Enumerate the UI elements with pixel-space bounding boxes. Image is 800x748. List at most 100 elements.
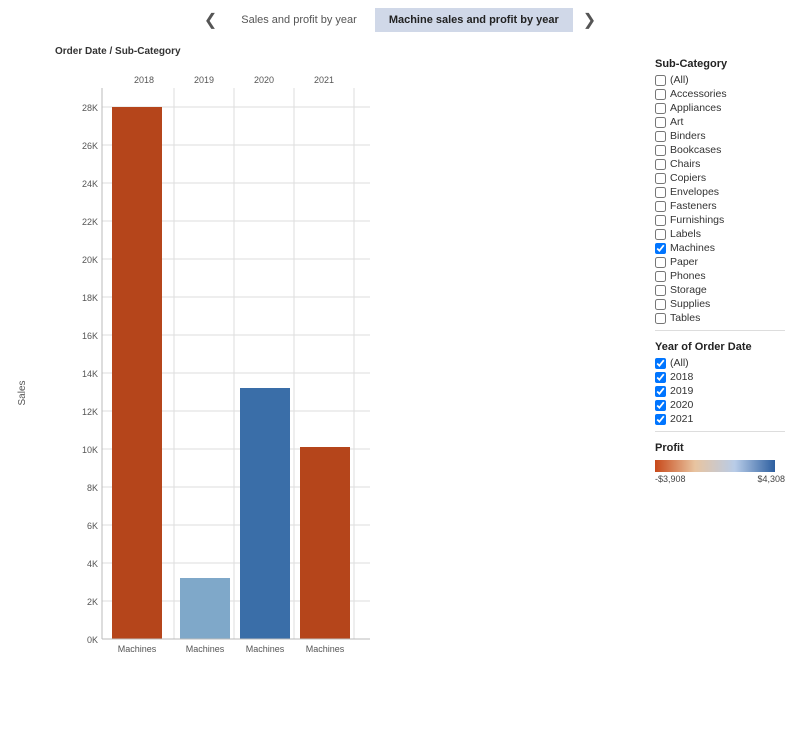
subcategory-label-binders: Binders xyxy=(670,130,706,142)
year-2021[interactable]: 2021 xyxy=(655,413,785,425)
year-label-2021: 2021 xyxy=(670,413,693,425)
subcategory-tables[interactable]: Tables xyxy=(655,312,785,324)
subcategory-machines[interactable]: Machines xyxy=(655,242,785,254)
subcategory-copiers[interactable]: Copiers xyxy=(655,172,785,184)
tab-machine-sales[interactable]: Machine sales and profit by year xyxy=(375,8,573,32)
subcategory-label-machines: Machines xyxy=(670,242,715,254)
checkbox-binders[interactable] xyxy=(655,131,666,142)
year-2019[interactable]: 2019 xyxy=(655,385,785,397)
checkbox-copiers[interactable] xyxy=(655,173,666,184)
checkbox-all[interactable] xyxy=(655,75,666,86)
svg-text:2019: 2019 xyxy=(194,75,214,85)
checkbox-envelopes[interactable] xyxy=(655,187,666,198)
checkbox-paper[interactable] xyxy=(655,257,666,268)
year-label-2020: 2020 xyxy=(670,399,693,411)
year-label-2019: 2019 xyxy=(670,385,693,397)
svg-text:0K: 0K xyxy=(87,635,98,645)
subcategory-furnishings[interactable]: Furnishings xyxy=(655,214,785,226)
profit-title: Profit xyxy=(655,442,785,454)
subcategory-envelopes[interactable]: Envelopes xyxy=(655,186,785,198)
bar-2018 xyxy=(112,107,162,639)
subcategory-binders[interactable]: Binders xyxy=(655,130,785,142)
svg-text:20K: 20K xyxy=(82,255,98,265)
checkbox-phones[interactable] xyxy=(655,271,666,282)
subcategory-bookcases[interactable]: Bookcases xyxy=(655,144,785,156)
svg-text:14K: 14K xyxy=(82,369,98,379)
profit-gradient-bar xyxy=(655,460,775,472)
year-all[interactable]: (All) xyxy=(655,357,785,369)
sidebar: Sub-Category (All) Accessories Appliance… xyxy=(650,38,790,748)
year-2020[interactable]: 2020 xyxy=(655,399,785,411)
divider-2 xyxy=(655,431,785,432)
svg-text:Machines: Machines xyxy=(306,644,345,654)
chart-axis-title: Order Date / Sub-Category xyxy=(55,46,181,57)
checkbox-year-2018[interactable] xyxy=(655,372,666,383)
subcategory-label-labels: Labels xyxy=(670,228,701,240)
checkbox-year-all[interactable] xyxy=(655,358,666,369)
svg-text:2021: 2021 xyxy=(314,75,334,85)
subcategory-label-chairs: Chairs xyxy=(670,158,700,170)
subcategory-label-copiers: Copiers xyxy=(670,172,706,184)
subcategory-all[interactable]: (All) xyxy=(655,74,785,86)
checkbox-art[interactable] xyxy=(655,117,666,128)
svg-text:26K: 26K xyxy=(82,141,98,151)
y-axis-label: Sales xyxy=(17,380,28,405)
prev-arrow[interactable]: ❮ xyxy=(198,8,223,32)
checkbox-appliances[interactable] xyxy=(655,103,666,114)
subcategory-storage[interactable]: Storage xyxy=(655,284,785,296)
checkbox-storage[interactable] xyxy=(655,285,666,296)
checkbox-machines[interactable] xyxy=(655,243,666,254)
svg-text:18K: 18K xyxy=(82,293,98,303)
subcategory-labels[interactable]: Labels xyxy=(655,228,785,240)
svg-text:28K: 28K xyxy=(82,103,98,113)
subcategory-label-fasteners: Fasteners xyxy=(670,200,717,212)
checkbox-furnishings[interactable] xyxy=(655,215,666,226)
checkbox-fasteners[interactable] xyxy=(655,201,666,212)
subcategory-label-bookcases: Bookcases xyxy=(670,144,721,156)
svg-text:12K: 12K xyxy=(82,407,98,417)
checkbox-year-2019[interactable] xyxy=(655,386,666,397)
subcategory-appliances[interactable]: Appliances xyxy=(655,102,785,114)
svg-text:8K: 8K xyxy=(87,483,98,493)
subcategory-label-all: (All) xyxy=(670,74,689,86)
year-label-all: (All) xyxy=(670,357,689,369)
svg-text:10K: 10K xyxy=(82,445,98,455)
subcategory-label-supplies: Supplies xyxy=(670,298,710,310)
checkbox-supplies[interactable] xyxy=(655,299,666,310)
checkbox-chairs[interactable] xyxy=(655,159,666,170)
subcategory-label-tables: Tables xyxy=(670,312,700,324)
svg-text:2K: 2K xyxy=(87,597,98,607)
bar-2021 xyxy=(300,447,350,639)
year-list: (All) 2018 2019 2020 2021 xyxy=(655,357,785,425)
subcategory-supplies[interactable]: Supplies xyxy=(655,298,785,310)
subcategory-accessories[interactable]: Accessories xyxy=(655,88,785,100)
year-2018[interactable]: 2018 xyxy=(655,371,785,383)
subcategory-paper[interactable]: Paper xyxy=(655,256,785,268)
checkbox-labels[interactable] xyxy=(655,229,666,240)
next-arrow[interactable]: ❯ xyxy=(577,8,602,32)
svg-text:6K: 6K xyxy=(87,521,98,531)
svg-text:Machines: Machines xyxy=(186,644,225,654)
subcategory-label-storage: Storage xyxy=(670,284,707,296)
divider-1 xyxy=(655,330,785,331)
checkbox-bookcases[interactable] xyxy=(655,145,666,156)
checkbox-tables[interactable] xyxy=(655,313,666,324)
subcategory-label-envelopes: Envelopes xyxy=(670,186,719,198)
chart-area: Sales Order Date / Sub-Category 0K 2K 4K… xyxy=(0,38,650,748)
svg-text:4K: 4K xyxy=(87,559,98,569)
subcategory-chairs[interactable]: Chairs xyxy=(655,158,785,170)
subcategory-label-art: Art xyxy=(670,116,683,128)
subcategory-label-accessories: Accessories xyxy=(670,88,727,100)
checkbox-year-2020[interactable] xyxy=(655,400,666,411)
subcategory-phones[interactable]: Phones xyxy=(655,270,785,282)
profit-legend: -$3,908 $4,308 xyxy=(655,460,785,484)
profit-labels: -$3,908 $4,308 xyxy=(655,474,785,484)
subcategory-art[interactable]: Art xyxy=(655,116,785,128)
subcategory-label-phones: Phones xyxy=(670,270,706,282)
tab-sales-profit[interactable]: Sales and profit by year xyxy=(227,8,371,32)
bar-2019 xyxy=(180,578,230,639)
checkbox-year-2021[interactable] xyxy=(655,414,666,425)
subcategory-label-appliances: Appliances xyxy=(670,102,721,114)
subcategory-fasteners[interactable]: Fasteners xyxy=(655,200,785,212)
checkbox-accessories[interactable] xyxy=(655,89,666,100)
